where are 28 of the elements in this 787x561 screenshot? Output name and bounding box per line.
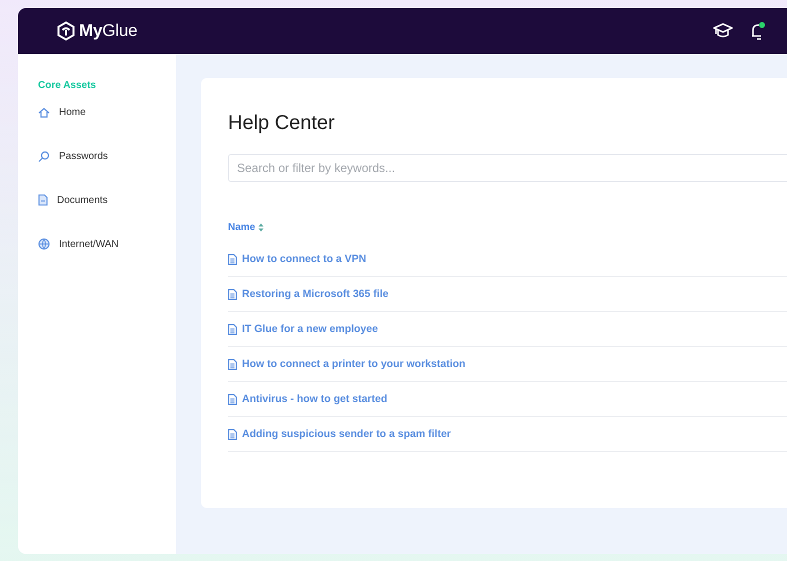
document-link[interactable]: Antivirus - how to get started (228, 393, 388, 405)
document-link[interactable]: IT Glue for a new employee (228, 323, 378, 335)
search-field[interactable]: Search or filter by keywords... (228, 154, 787, 182)
document-icon (228, 358, 237, 370)
logo-icon (56, 21, 76, 41)
document-icon (228, 288, 237, 300)
globe-icon (38, 238, 50, 250)
section-heading: Core Assets (38, 80, 97, 91)
sidebar-item[interactable]: Documents (38, 193, 176, 207)
document-link[interactable]: How to connect to a VPN (228, 253, 366, 265)
document-icon (228, 324, 237, 334)
page-title: Help Center (228, 112, 336, 136)
sort-icon (258, 223, 264, 232)
sidebar-item[interactable]: Passwords (38, 149, 176, 163)
document-icon (38, 194, 48, 206)
home-icon (38, 106, 50, 118)
document-icon (228, 254, 237, 264)
sidebar-item[interactable]: Home (38, 105, 176, 119)
document-link[interactable]: Restoring a Microsoft 365 file (228, 288, 388, 300)
bell-icon[interactable] (751, 21, 767, 41)
graduation-cap-icon[interactable] (713, 22, 733, 40)
document-icon (228, 428, 237, 440)
logo-text: MyGlue (79, 21, 138, 41)
column-header[interactable]: Name (228, 222, 264, 233)
document-link[interactable]: Adding suspicious sender to a spam filter (228, 428, 451, 440)
document-icon (228, 394, 237, 404)
document-link[interactable]: How to connect a printer to your workstation (228, 358, 466, 370)
sidebar-item[interactable]: Internet/WAN (38, 237, 176, 251)
